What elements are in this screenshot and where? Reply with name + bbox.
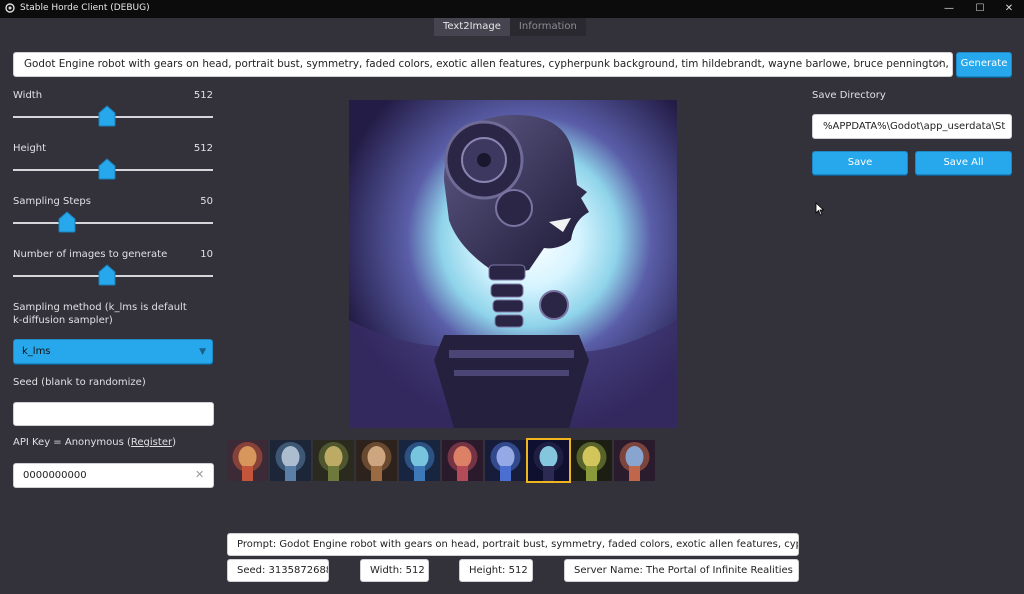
image-count-value: 10: [200, 249, 213, 260]
thumbnail-3[interactable]: [313, 440, 354, 481]
sampling-method-value: k_lms: [22, 346, 51, 357]
save-button[interactable]: Save: [812, 151, 908, 175]
maximize-button[interactable]: ☐: [965, 2, 995, 16]
api-key-clear-icon[interactable]: ✕: [195, 468, 204, 481]
width-slider-handle[interactable]: [98, 105, 116, 127]
save-directory-label: Save Directory: [812, 90, 886, 101]
prompt-text: Godot Engine robot with gears on head, p…: [24, 58, 953, 70]
width-value: 512: [193, 90, 213, 101]
register-link[interactable]: Register: [131, 437, 172, 448]
thumbnail-8[interactable]: [526, 438, 571, 483]
seed-input[interactable]: [13, 402, 214, 426]
api-key-value: 0000000000: [23, 470, 87, 481]
sampling-method-select[interactable]: k_lms ▼: [13, 339, 213, 364]
window-title: Stable Horde Client (DEBUG): [20, 3, 150, 13]
thumbnail-10[interactable]: [614, 440, 655, 481]
prompt-clear-icon[interactable]: ✕: [934, 57, 943, 70]
thumbnail-6[interactable]: [442, 440, 483, 481]
thumbnail-9[interactable]: [571, 440, 612, 481]
tab-information[interactable]: Information: [509, 18, 586, 36]
mouse-cursor-icon: [815, 202, 825, 216]
tab-text2image[interactable]: Text2Image: [434, 18, 510, 36]
thumbnail-4[interactable]: [356, 440, 397, 481]
height-value: 512: [193, 143, 213, 154]
info-seed: Seed: 3135872688: [227, 559, 329, 582]
height-slider-handle[interactable]: [98, 158, 116, 180]
save-all-button[interactable]: Save All: [915, 151, 1012, 175]
sampling-steps-label: Sampling Steps: [13, 196, 91, 207]
sampling-method-label-line1: Sampling method (k_lms is default: [13, 302, 187, 313]
info-width: Width: 512: [360, 559, 429, 582]
generate-button[interactable]: Generate: [956, 52, 1012, 77]
seed-label: Seed (blank to randomize): [13, 377, 146, 388]
thumbnail-1[interactable]: [227, 440, 268, 481]
thumbnail-5[interactable]: [399, 440, 440, 481]
info-height: Height: 512: [459, 559, 533, 582]
info-server: Server Name: The Portal of Infinite Real…: [564, 559, 799, 582]
height-label: Height: [13, 143, 47, 154]
info-prompt: Prompt: Godot Engine robot with gears on…: [227, 533, 799, 556]
sampling-steps-value: 50: [200, 196, 213, 207]
save-directory-input[interactable]: %APPDATA%\Godot\app_userdata\St: [812, 114, 1012, 139]
image-count-slider-handle[interactable]: [98, 264, 116, 286]
api-key-label-suffix: ): [172, 437, 176, 448]
api-key-label: API Key = Anonymous (Register): [13, 437, 176, 448]
close-button[interactable]: ✕: [994, 2, 1024, 16]
api-key-label-prefix: API Key = Anonymous (: [13, 437, 131, 448]
api-key-input[interactable]: 0000000000: [13, 463, 214, 488]
chevron-down-icon: ▼: [199, 347, 206, 357]
thumbnail-7[interactable]: [485, 440, 526, 481]
tab-bar: Text2Image Information: [434, 18, 586, 36]
thumbnail-2[interactable]: [270, 440, 311, 481]
title-bar: Stable Horde Client (DEBUG) — ☐ ✕: [0, 0, 1024, 18]
image-count-label: Number of images to generate: [13, 249, 168, 260]
generated-image: [349, 100, 677, 428]
prompt-input[interactable]: Godot Engine robot with gears on head, p…: [13, 52, 953, 77]
sampling-steps-slider-track[interactable]: [13, 222, 213, 224]
save-directory-value: %APPDATA%\Godot\app_userdata\St: [823, 121, 1006, 132]
minimize-button[interactable]: —: [934, 2, 964, 16]
width-label: Width: [13, 90, 43, 101]
sampling-method-label-line2: k-diffusion sampler): [13, 315, 113, 326]
app-icon: [5, 3, 15, 13]
sampling-steps-slider-handle[interactable]: [58, 211, 76, 233]
